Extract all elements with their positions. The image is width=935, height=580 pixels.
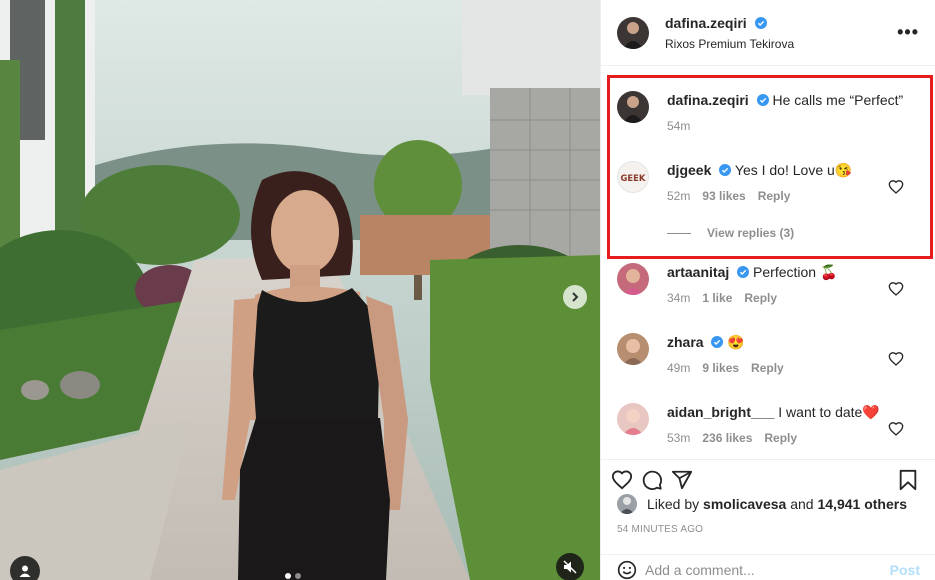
bookmark-icon [899,469,917,491]
heart-icon [611,470,633,490]
comment-text: I want to date❤️ [778,404,880,420]
caption-comment: dafina.zeqiri He calls me “Perfect” 54m [617,91,922,133]
post-photo [0,0,600,580]
comment-likes[interactable]: 236 likes [702,431,752,445]
mute-button[interactable] [556,553,584,580]
share-icon [671,470,693,490]
comment-avatar[interactable] [617,403,649,435]
share-button[interactable] [671,469,693,491]
verified-badge-icon [711,336,724,348]
user-tags-button[interactable] [10,556,40,580]
comment-button[interactable] [641,469,663,491]
author-avatar[interactable] [617,16,649,49]
carousel-indicator [285,573,301,579]
likes-prefix: Liked by [647,496,700,512]
comment-username[interactable]: aidan_bright___ [667,404,774,420]
comment-input[interactable] [645,561,890,578]
reply-button[interactable]: Reply [744,291,777,305]
comments-list: dafina.zeqiri He calls me “Perfect” 54m … [601,67,935,459]
comment-username[interactable]: dafina.zeqiri [667,92,749,108]
verified-badge-icon [756,94,769,106]
comment-item: GEEK djgeek Yes I do! Love u😘 52m 93 lik… [617,161,922,203]
view-replies-label: View replies (3) [707,226,795,240]
comment-avatar[interactable] [617,333,649,365]
comment-text: Yes I do! Love u😘 [734,162,853,178]
post-location[interactable]: Rixos Premium Tekirova [665,37,897,51]
comment-text: He calls me “Perfect” [772,92,904,108]
comment-text: Perfection 🍒 [753,264,838,280]
comment-time[interactable]: 49m [667,361,690,375]
mute-icon [563,560,577,574]
post-actions: Liked by smolicavesa and 14,941 others 5… [601,459,935,535]
heart-icon[interactable] [888,351,904,367]
add-comment-bar: Post [601,554,935,580]
reply-button[interactable]: Reply [764,431,797,445]
likes-count[interactable]: 14,941 others [817,496,907,512]
post-details-panel: dafina.zeqiri Rixos Premium Tekirova •••… [600,0,935,580]
likes-and: and [790,496,814,512]
emoji-button[interactable] [617,560,637,580]
svg-text:GEEK: GEEK [621,173,646,183]
post-comment-button[interactable]: Post [890,562,920,578]
verified-badge-icon [755,16,768,29]
comment-time[interactable]: 53m [667,431,690,445]
comment-username[interactable]: zhara [667,334,704,350]
liker-username[interactable]: smolicavesa [703,496,786,512]
save-button[interactable] [898,469,918,491]
comment-item: zhara 😍 49m 9 likes Reply [617,333,922,375]
comment-avatar[interactable]: GEEK [617,161,649,193]
comment-username[interactable]: artaanitaj [667,264,729,280]
user-tag-icon [19,565,31,577]
verified-badge-icon [719,164,732,176]
comment-icon [642,470,662,490]
post-timestamp[interactable]: 54 MINUTES AGO [601,524,935,535]
more-options-button[interactable]: ••• [897,22,919,43]
author-username[interactable]: dafina.zeqiri [665,15,747,31]
like-button[interactable] [611,469,633,491]
chevron-right-icon [572,292,579,302]
emoji-icon [617,560,637,579]
post-media[interactable] [0,0,600,580]
comment-text: 😍 [727,334,745,350]
comment-time[interactable]: 54m [667,119,690,133]
comment-avatar[interactable] [617,91,649,123]
likes-summary: Liked by smolicavesa and 14,941 others [601,494,935,514]
post-header: dafina.zeqiri Rixos Premium Tekirova ••• [601,0,935,66]
reply-button[interactable]: Reply [751,361,784,375]
comment-item: artaanitaj Perfection 🍒 34m 1 like Reply [617,263,922,305]
next-media-button[interactable] [563,285,587,309]
heart-icon[interactable] [888,179,904,195]
comment-avatar[interactable] [617,263,649,295]
comment-likes[interactable]: 1 like [702,291,732,305]
comment-item: aidan_bright___ I want to date❤️ 53m 236… [617,403,922,445]
reply-button[interactable]: Reply [758,189,791,203]
liker-avatar[interactable] [617,494,637,514]
comment-username[interactable]: djgeek [667,162,711,178]
heart-icon[interactable] [888,421,904,437]
comment-likes[interactable]: 9 likes [702,361,739,375]
comment-likes[interactable]: 93 likes [702,189,745,203]
view-replies-button[interactable]: View replies (3) [667,226,794,240]
verified-badge-icon [737,266,750,278]
heart-icon[interactable] [888,281,904,297]
comment-time[interactable]: 34m [667,291,690,305]
comment-time[interactable]: 52m [667,189,690,203]
